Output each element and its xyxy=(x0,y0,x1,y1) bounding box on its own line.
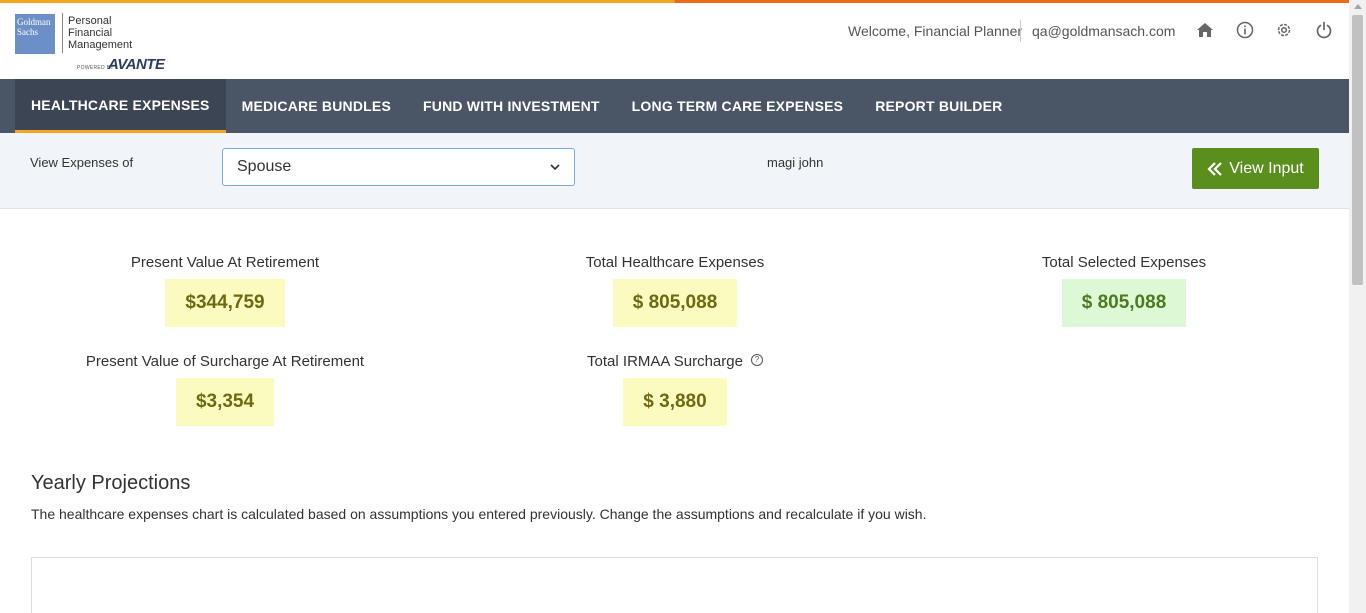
app-header: Goldman Sachs Personal Financial Manageme… xyxy=(0,3,1349,79)
stat-pv-retirement: Present Value At Retirement $344,759 xyxy=(25,254,425,327)
product-name-line: Management xyxy=(68,39,133,51)
stat-total-selected: Total Selected Expenses $ 805,088 xyxy=(924,254,1324,327)
projections-title: Yearly Projections xyxy=(31,472,191,494)
avante-logo: AVANTE xyxy=(108,56,165,73)
header-divider xyxy=(1020,20,1021,42)
projections-chart-container xyxy=(31,557,1318,613)
stat-irmaa: Total IRMAA Surcharge? $ 3,880 xyxy=(475,353,875,426)
view-input-label: View Input xyxy=(1229,159,1304,177)
stat-label-row: Total IRMAA Surcharge? xyxy=(475,353,875,370)
view-expenses-label: View Expenses of xyxy=(30,155,134,170)
main-navigation: HEALTHCARE EXPENSES MEDICARE BUNDLES FUN… xyxy=(0,79,1349,133)
stat-value: $ 805,088 xyxy=(1061,279,1187,327)
tab-healthcare-expenses[interactable]: HEALTHCARE EXPENSES xyxy=(15,79,226,133)
product-name-line: Personal xyxy=(68,15,112,27)
stat-value: $ 3,880 xyxy=(623,378,727,426)
welcome-text: Welcome, Financial Planner xyxy=(848,23,1023,39)
stat-label: Total IRMAA Surcharge xyxy=(587,353,743,370)
stat-label: Total Healthcare Expenses xyxy=(585,254,765,271)
tab-medicare-bundles[interactable]: MEDICARE BUNDLES xyxy=(226,79,407,133)
stat-total-healthcare: Total Healthcare Expenses $ 805,088 xyxy=(475,254,875,327)
stat-value: $3,354 xyxy=(175,378,275,426)
scroll-up-arrow-icon[interactable] xyxy=(1354,4,1362,9)
tab-long-term-care-expenses[interactable]: LONG TERM CARE EXPENSES xyxy=(616,79,860,133)
stat-pv-surcharge: Present Value of Surcharge At Retirement… xyxy=(25,353,425,426)
product-name-line: Financial xyxy=(68,27,113,39)
help-icon[interactable]: ? xyxy=(750,354,763,366)
vertical-scrollbar[interactable] xyxy=(1349,0,1366,613)
chevron-down-icon xyxy=(550,163,560,170)
page: { "brand": { "gs_logo_text": "Goldman Sa… xyxy=(0,0,1366,613)
stat-label: Present Value At Retirement xyxy=(130,254,320,271)
power-icon[interactable] xyxy=(1313,19,1335,41)
stat-label: Present Value of Surcharge At Retirement xyxy=(85,353,365,370)
stat-value: $344,759 xyxy=(165,279,285,327)
person-select-value: Spouse xyxy=(237,158,292,175)
projections-description: The healthcare expenses chart is calcula… xyxy=(31,506,927,522)
settings-icon[interactable] xyxy=(1273,19,1295,41)
view-input-button[interactable]: View Input xyxy=(1192,148,1319,189)
client-name: magi john xyxy=(767,155,824,170)
stat-value: $ 805,088 xyxy=(612,279,738,327)
user-email: qa@goldmansach.com xyxy=(1032,23,1176,39)
logo-divider xyxy=(62,13,63,53)
info-icon[interactable] xyxy=(1234,19,1256,41)
double-chevron-left-icon xyxy=(1207,161,1223,176)
goldman-sachs-logo[interactable]: Goldman Sachs xyxy=(15,14,55,54)
stat-label: Total Selected Expenses xyxy=(1041,254,1207,271)
product-name: Personal Financial Management xyxy=(68,15,132,51)
scrollbar-thumb[interactable] xyxy=(1352,15,1363,285)
tab-report-builder[interactable]: REPORT BUILDER xyxy=(859,79,1018,133)
home-icon[interactable] xyxy=(1194,19,1216,41)
tab-fund-with-investment[interactable]: FUND WITH INVESTMENT xyxy=(407,79,616,133)
person-select[interactable]: Spouse xyxy=(222,148,575,186)
filter-bar: View Expenses of Spouse magi john View I… xyxy=(0,133,1349,209)
